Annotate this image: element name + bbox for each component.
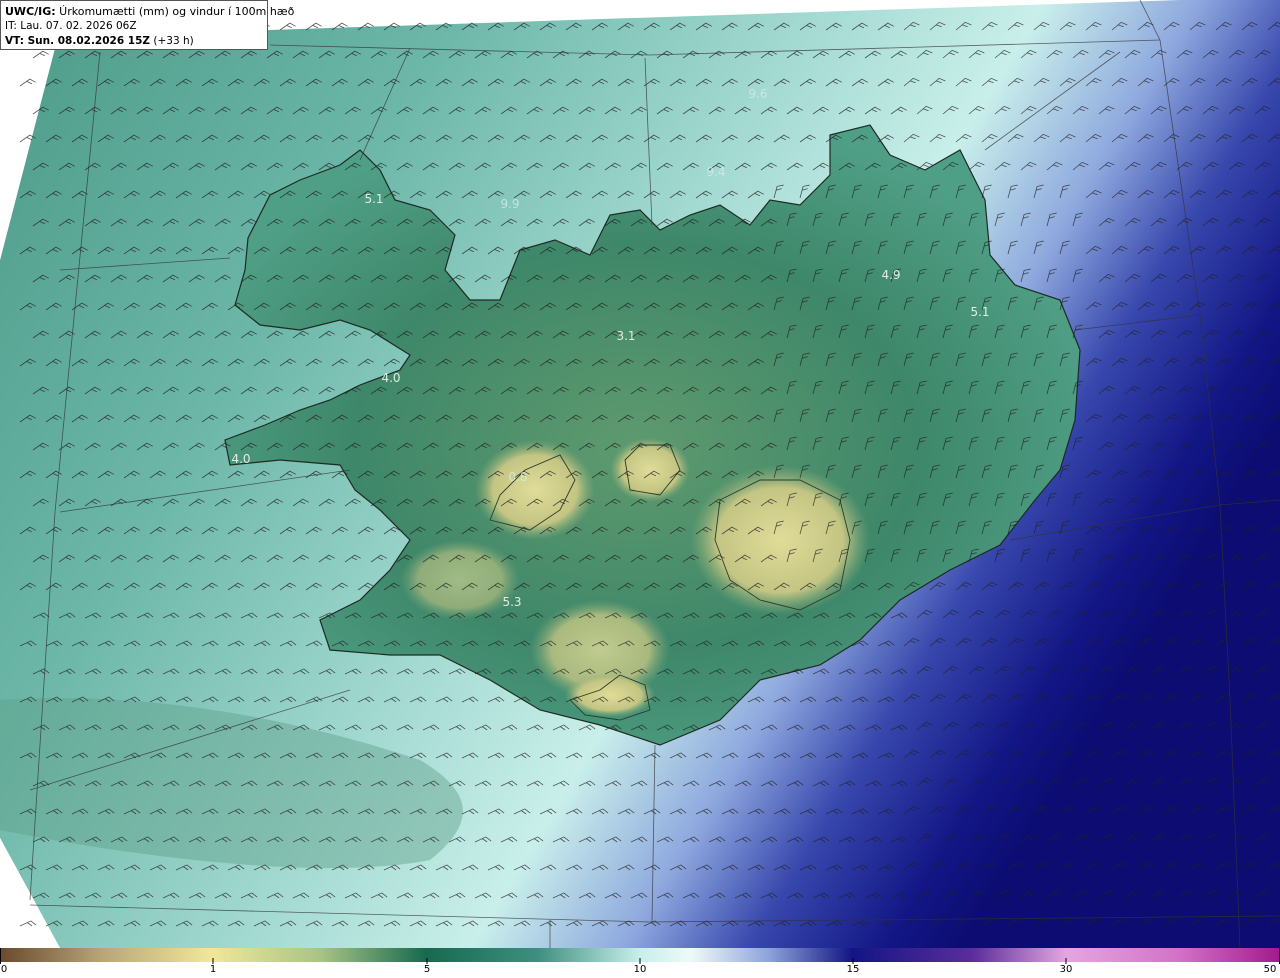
highland-langjokull	[475, 440, 595, 540]
issue-time: IT: Lau. 07. 02. 2026 06Z	[5, 20, 137, 32]
highland-vatnajokull	[690, 465, 870, 615]
value-label: 5.1	[970, 305, 989, 319]
colorbar-labels: 0 1 5 10 15 30 50	[0, 962, 1280, 978]
value-label: 4.0	[231, 452, 250, 466]
colorbar-tick-label: 30	[1059, 964, 1073, 975]
colorbar-tick-label: 0	[0, 964, 8, 975]
value-label: 4.9	[881, 268, 900, 282]
model-name: UWC/IG:	[5, 5, 56, 18]
value-label: 9.9	[500, 197, 519, 211]
map-title: UWC/IG: Úrkomumætti (mm) og vindur í 100…	[5, 4, 294, 19]
value-label: 4.0	[381, 371, 400, 385]
value-label: 3.1	[616, 329, 635, 343]
valid-time: VT: Sun. 08.02.2026 15Z	[5, 35, 151, 47]
colorbar-tick-label: 10	[633, 964, 647, 975]
lead-time: (+33 h)	[150, 35, 194, 47]
highland-myrdalsjokull	[565, 673, 655, 717]
value-label: 0.8	[508, 470, 527, 484]
value-label: 9.4	[706, 165, 725, 179]
value-label: 5.1	[364, 192, 383, 206]
colorbar-tick-label: 1	[209, 964, 217, 975]
forecast-map: 5.1 9.9 9.6 9.4 3.1 4.9 5.1 4.0 4.0 0.8 …	[0, 0, 1280, 978]
valid-time-line: VT: Sun. 08.02.2026 15Z (+33 h)	[5, 34, 263, 49]
map-canvas: 5.1 9.9 9.6 9.4 3.1 4.9 5.1 4.0 4.0 0.8 …	[0, 0, 1280, 964]
colorbar-tick-label: 5	[423, 964, 431, 975]
colorbar-tick-label: 50	[1263, 964, 1277, 975]
value-label: 5.3	[502, 595, 521, 609]
field-description: Úrkomumætti (mm) og vindur í 100m hæð	[55, 5, 295, 18]
forecast-info-box: UWC/IG: Úrkomumætti (mm) og vindur í 100…	[0, 0, 294, 50]
value-label: 9.6	[748, 87, 767, 101]
colorbar-tick-label: 15	[846, 964, 860, 975]
highland-hofsjokull	[610, 438, 690, 502]
